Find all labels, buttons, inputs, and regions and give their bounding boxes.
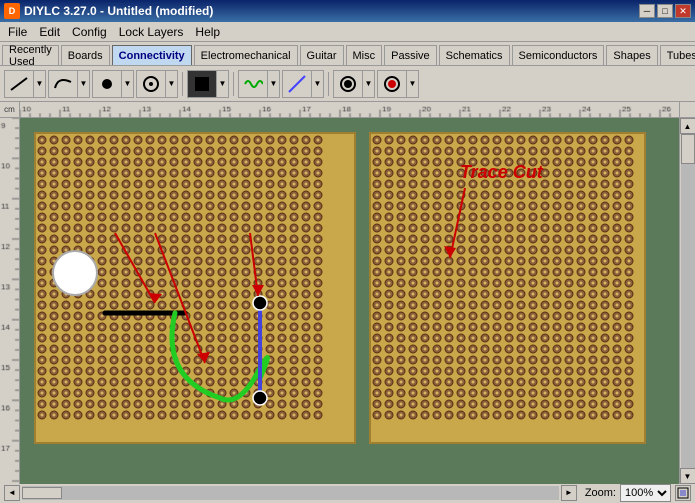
scrollbar-right: ▲ ▼: [679, 118, 695, 484]
line-tool-dropdown[interactable]: ▼: [34, 70, 46, 98]
circle-tool-dropdown[interactable]: ▼: [166, 70, 178, 98]
record-dot-dropdown[interactable]: ▼: [363, 70, 375, 98]
menu-item-config[interactable]: Config: [66, 23, 113, 41]
arrow-2: [155, 233, 210, 363]
tab-schematics[interactable]: Schematics: [439, 45, 510, 65]
vertical-ruler: [0, 118, 20, 484]
tab-recently-used[interactable]: Recently Used: [2, 45, 59, 65]
right-breadboard[interactable]: [370, 133, 645, 443]
zoom-fit-button[interactable]: [675, 485, 691, 501]
left-ruler: [0, 118, 20, 484]
horizontal-ruler: [20, 102, 679, 117]
menu-item-lock-layers[interactable]: Lock Layers: [113, 23, 190, 41]
tab-passive[interactable]: Passive: [384, 45, 437, 65]
maximize-button[interactable]: □: [657, 4, 673, 18]
scroll-down-button[interactable]: ▼: [680, 468, 695, 484]
zoom-label: Zoom:: [585, 487, 616, 499]
arrow-4: [444, 188, 465, 258]
green-wire: [172, 313, 268, 400]
dot-tool-group: ▼: [92, 70, 134, 98]
menu-item-file[interactable]: File: [2, 23, 33, 41]
menu-item-help[interactable]: Help: [189, 23, 226, 41]
conn-dot-bottom: [253, 391, 267, 405]
statusbar: ◄ ► Zoom: 100% 75% 150% 200%: [0, 481, 695, 503]
scroll-up-button[interactable]: ▲: [680, 118, 695, 134]
top-ruler-row: cm: [0, 102, 695, 118]
canvas[interactable]: Trace Cut: [20, 118, 679, 484]
square-tool-button[interactable]: [187, 70, 217, 98]
tab-semiconductors[interactable]: Semiconductors: [512, 45, 605, 65]
zoom-area: Zoom: 100% 75% 150% 200%: [585, 484, 691, 502]
canvas-svg: Trace Cut: [20, 118, 679, 484]
curve-tool-group: ▼: [48, 70, 90, 98]
ruler-corner-right: [679, 102, 695, 118]
component-circle[interactable]: [53, 251, 97, 295]
titlebar-left: D DIYLC 3.27.0 - Untitled (modified): [4, 3, 213, 19]
scroll-left-button[interactable]: ◄: [4, 485, 20, 501]
window-title: DIYLC 3.27.0 - Untitled (modified): [24, 4, 213, 18]
app-icon: D: [4, 3, 20, 19]
record-tool-button[interactable]: [377, 70, 407, 98]
trace-cut-text: Trace Cut: [460, 162, 544, 182]
dot-tool-dropdown[interactable]: ▼: [122, 70, 134, 98]
tab-tubes[interactable]: Tubes: [660, 45, 695, 65]
tab-boards[interactable]: Boards: [61, 45, 110, 65]
scrollbar-bottom: ◄ ►: [4, 485, 577, 501]
arrow-1: [115, 233, 162, 303]
scroll-thumb-vertical[interactable]: [681, 134, 695, 164]
tab-shapes[interactable]: Shapes: [606, 45, 657, 65]
wave-tool-dropdown[interactable]: ▼: [268, 70, 280, 98]
tab-misc[interactable]: Misc: [346, 45, 383, 65]
line-tool-button[interactable]: [4, 70, 34, 98]
minimize-button[interactable]: ─: [639, 4, 655, 18]
square-tool-dropdown[interactable]: ▼: [217, 70, 229, 98]
scroll-track-horizontal: [22, 486, 559, 500]
left-breadboard[interactable]: [35, 133, 355, 443]
toolbar-separator-3: [328, 72, 329, 96]
scroll-right-button[interactable]: ►: [561, 485, 577, 501]
record-tool-dropdown[interactable]: ▼: [407, 70, 419, 98]
record-tool-group: ▼: [377, 70, 419, 98]
scroll-thumb-horizontal[interactable]: [22, 487, 62, 499]
record-dot-button[interactable]: [333, 70, 363, 98]
top-ruler: [20, 102, 679, 118]
curve-tool-dropdown[interactable]: ▼: [78, 70, 90, 98]
toolbar: ▼ ▼ ▼ ▼ ▼: [0, 66, 695, 102]
diagonal-tool-button[interactable]: [282, 70, 312, 98]
scroll-track-vertical: [681, 134, 695, 468]
canvas-row: Trace Cut ▲ ▼: [0, 118, 695, 484]
line-tool-group: ▼: [4, 70, 46, 98]
zoom-select[interactable]: 100% 75% 150% 200%: [620, 484, 671, 502]
close-button[interactable]: ✕: [675, 4, 691, 18]
corner-box: cm: [0, 102, 20, 118]
toolbar-tabs: Recently UsedBoardsConnectivityElectrome…: [0, 42, 695, 66]
circle-tool-group: ▼: [136, 70, 178, 98]
record-dot-group: ▼: [333, 70, 375, 98]
tab-connectivity[interactable]: Connectivity: [112, 45, 192, 65]
dot-tool-button[interactable]: [92, 70, 122, 98]
tab-electromechanical[interactable]: Electromechanical: [194, 45, 298, 65]
square-tool-group: ▼: [187, 70, 229, 98]
circle-tool-button[interactable]: [136, 70, 166, 98]
menubar: FileEditConfigLock LayersHelp: [0, 22, 695, 42]
main-area: cm: [0, 102, 695, 481]
wave-tool-group: ▼: [238, 70, 280, 98]
diagonal-tool-dropdown[interactable]: ▼: [312, 70, 324, 98]
right-board-holes: [373, 136, 633, 419]
diagonal-tool-group: ▼: [282, 70, 324, 98]
window-controls: ─ □ ✕: [639, 4, 691, 18]
wave-tool-button[interactable]: [238, 70, 268, 98]
toolbar-separator-2: [233, 72, 234, 96]
curve-tool-button[interactable]: [48, 70, 78, 98]
arrow-3: [250, 233, 264, 296]
titlebar: D DIYLC 3.27.0 - Untitled (modified) ─ □…: [0, 0, 695, 22]
menu-item-edit[interactable]: Edit: [33, 23, 66, 41]
tab-guitar[interactable]: Guitar: [300, 45, 344, 65]
left-board-holes: [38, 136, 322, 419]
toolbar-separator-1: [182, 72, 183, 96]
conn-dot-top: [253, 296, 267, 310]
